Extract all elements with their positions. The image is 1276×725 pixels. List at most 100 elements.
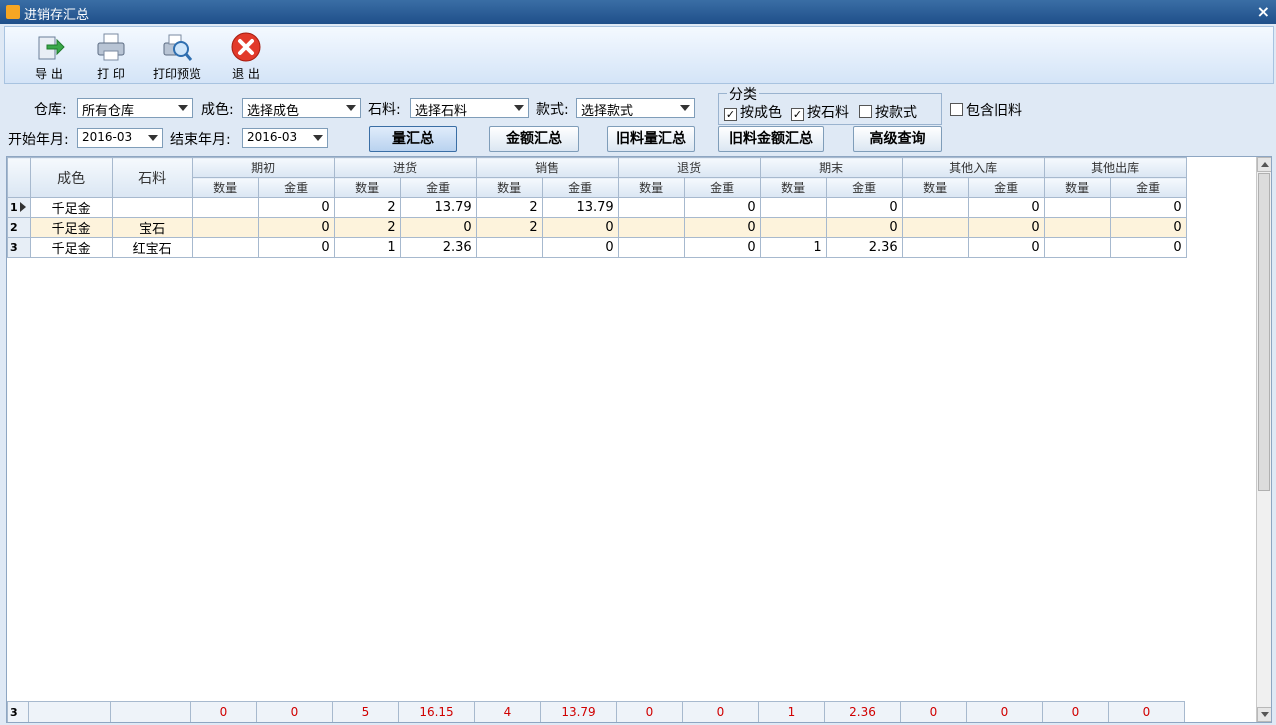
close-button[interactable]: × [1257, 2, 1270, 21]
stone-select[interactable]: 选择石料 [410, 98, 529, 119]
include-old-checkbox[interactable]: 包含旧料 [950, 100, 1022, 120]
header-weight[interactable]: 金重 [825, 177, 903, 198]
header-qty[interactable]: 数量 [191, 177, 259, 198]
color-label: 成色: [201, 102, 234, 118]
cell-weight[interactable]: 0 [1109, 197, 1187, 218]
cell-color[interactable]: 千足金 [29, 197, 113, 218]
cell-qty[interactable] [901, 197, 969, 218]
header-qty[interactable]: 数量 [901, 177, 969, 198]
cell-weight[interactable]: 0 [967, 197, 1045, 218]
cell-qty[interactable] [901, 237, 969, 258]
by-stone-checkbox[interactable]: ✓ 按石料 [791, 102, 849, 122]
classify-legend: 分类 [727, 84, 759, 104]
cell-qty[interactable] [617, 217, 685, 238]
vertical-scrollbar[interactable] [1256, 157, 1271, 722]
export-button[interactable]: 导 出 [19, 29, 79, 81]
print-preview-button[interactable]: 打印预览 [147, 29, 207, 81]
cell-qty[interactable]: 2 [475, 197, 543, 218]
header-weight[interactable]: 金重 [399, 177, 477, 198]
old-amount-summary-button[interactable]: 旧料金额汇总 [718, 126, 824, 152]
header-qty[interactable]: 数量 [475, 177, 543, 198]
table-row[interactable]: 1 千足金 0 2 13.79 2 13.79 0 0 0 0 [7, 197, 1187, 218]
cell-weight[interactable]: 0 [1109, 237, 1187, 258]
cell-qty[interactable]: 2 [333, 217, 401, 238]
cell-qty[interactable] [191, 197, 259, 218]
cell-weight[interactable]: 0 [683, 237, 761, 258]
style-select[interactable]: 选择款式 [576, 98, 695, 119]
by-color-checkbox[interactable]: ✓ 按成色 [724, 102, 782, 122]
cell-qty[interactable] [1043, 237, 1111, 258]
scroll-thumb[interactable] [1258, 173, 1270, 491]
warehouse-select[interactable]: 所有仓库 [77, 98, 193, 119]
header-qty[interactable]: 数量 [1043, 177, 1111, 198]
header-qty[interactable]: 数量 [759, 177, 827, 198]
cell-qty[interactable] [617, 197, 685, 218]
cell-stone[interactable] [111, 197, 193, 218]
cell-qty[interactable] [191, 237, 259, 258]
row-number[interactable]: 3 [7, 237, 31, 258]
scroll-down-icon[interactable] [1257, 707, 1271, 722]
cell-qty[interactable] [617, 237, 685, 258]
cell-qty[interactable]: 2 [333, 197, 401, 218]
old-qty-summary-button[interactable]: 旧料量汇总 [607, 126, 695, 152]
header-weight[interactable]: 金重 [683, 177, 761, 198]
cell-qty[interactable]: 1 [759, 237, 827, 258]
cell-weight[interactable]: 0 [257, 197, 335, 218]
table-row[interactable]: 3 千足金 红宝石 0 1 2.36 0 0 1 2.36 0 0 [7, 237, 1187, 258]
cell-qty[interactable] [191, 217, 259, 238]
cell-qty[interactable] [759, 217, 827, 238]
cell-qty[interactable] [1043, 217, 1111, 238]
qty-summary-button[interactable]: 量汇总 [369, 126, 457, 152]
cell-color[interactable]: 千足金 [29, 217, 113, 238]
end-month-picker[interactable]: 2016-03 [242, 128, 328, 148]
amount-summary-button[interactable]: 金额汇总 [489, 126, 579, 152]
header-color[interactable]: 成色 [29, 157, 113, 198]
cell-weight[interactable]: 0 [825, 197, 903, 218]
cell-stone[interactable]: 红宝石 [111, 237, 193, 258]
cell-weight[interactable]: 2.36 [399, 237, 477, 258]
header-qty[interactable]: 数量 [617, 177, 685, 198]
scroll-up-icon[interactable] [1257, 157, 1271, 172]
cell-weight[interactable]: 0 [825, 217, 903, 238]
cell-qty[interactable]: 1 [333, 237, 401, 258]
cell-weight[interactable]: 0 [683, 217, 761, 238]
print-button[interactable]: 打 印 [81, 29, 141, 81]
footer-total-weight: 0 [966, 701, 1043, 722]
stone-label: 石料: [368, 102, 401, 118]
cell-weight[interactable]: 0 [683, 197, 761, 218]
cell-qty[interactable] [1043, 197, 1111, 218]
header-qty[interactable]: 数量 [333, 177, 401, 198]
start-month-picker[interactable]: 2016-03 [77, 128, 163, 148]
advanced-query-button[interactable]: 高级查询 [853, 126, 942, 152]
header-weight[interactable]: 金重 [1109, 177, 1187, 198]
cell-weight[interactable]: 13.79 [541, 197, 619, 218]
cell-weight[interactable]: 0 [541, 217, 619, 238]
cell-qty[interactable] [759, 197, 827, 218]
row-number[interactable]: 1 [7, 197, 31, 218]
cell-qty[interactable] [475, 237, 543, 258]
cell-weight[interactable]: 2.36 [825, 237, 903, 258]
checkbox-checked-icon: ✓ [791, 108, 804, 121]
cell-stone[interactable]: 宝石 [111, 217, 193, 238]
color-select[interactable]: 选择成色 [242, 98, 361, 119]
cell-weight[interactable]: 0 [967, 237, 1045, 258]
cell-weight[interactable]: 0 [399, 217, 477, 238]
exit-button[interactable]: 退 出 [216, 29, 276, 81]
header-weight[interactable]: 金重 [257, 177, 335, 198]
header-stone[interactable]: 石料 [111, 157, 193, 198]
table-row[interactable]: 2 千足金 宝石 0 2 0 2 0 0 0 0 0 [7, 217, 1187, 238]
cell-weight[interactable]: 0 [257, 237, 335, 258]
by-style-checkbox[interactable]: 按款式 [859, 102, 917, 122]
cell-weight[interactable]: 0 [541, 237, 619, 258]
cell-weight[interactable]: 0 [257, 217, 335, 238]
header-weight[interactable]: 金重 [541, 177, 619, 198]
cell-weight[interactable]: 0 [967, 217, 1045, 238]
cell-qty[interactable]: 2 [475, 217, 543, 238]
cell-weight[interactable]: 0 [1109, 217, 1187, 238]
cell-weight[interactable]: 13.79 [399, 197, 477, 218]
start-month-label: 开始年月: [8, 132, 69, 148]
row-number[interactable]: 2 [7, 217, 31, 238]
cell-color[interactable]: 千足金 [29, 237, 113, 258]
header-weight[interactable]: 金重 [967, 177, 1045, 198]
cell-qty[interactable] [901, 217, 969, 238]
